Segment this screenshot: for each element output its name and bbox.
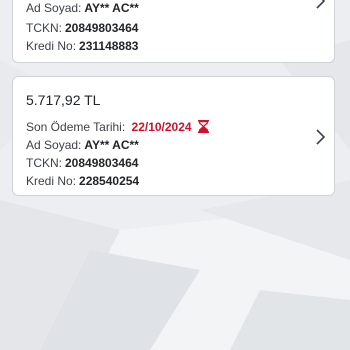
loan-card-2[interactable]: 5.717,92 TL Son Ödeme Tarihi: 22/10/2024… [12,76,335,196]
chevron-right-icon[interactable] [314,129,326,145]
loan-number-label: Kredi No: [26,39,77,53]
tckn-row: TCKN: 20849803464 [26,21,138,35]
loan-number-value: 228540254 [79,174,140,188]
name-value: AY** AC** [84,138,139,152]
loan-number-row: Kredi No: 231148883 [26,39,138,53]
hourglass-icon [197,120,209,133]
chevron-right-icon[interactable] [314,0,326,9]
loan-number-value: 231148883 [79,39,139,53]
name-label: Ad Soyad: [26,138,82,152]
due-date-row: Son Ödeme Tarihi: 22/10/2024 [26,120,209,134]
tckn-value: 20849803464 [65,156,139,170]
name-row: Ad Soyad: AY** AC** [26,138,139,152]
loan-number-label: Kredi No: [26,174,77,188]
name-row: Ad Soyad: AY** AC** [26,1,139,15]
amount-due: 5.717,92 TL [26,92,101,108]
loan-card-1[interactable]: Ad Soyad: AY** AC** TCKN: 20849803464 Kred… [12,0,335,63]
name-label: Ad Soyad: [26,1,82,15]
due-date-value: 22/10/2024 [131,120,192,134]
name-value: AY** AC** [84,1,139,15]
loan-number-row: Kredi No: 228540254 [26,174,139,188]
tckn-label: TCKN: [26,21,62,35]
tckn-value: 20849803464 [65,21,139,35]
tckn-row: TCKN: 20849803464 [26,156,138,170]
tckn-label: TCKN: [26,156,62,170]
due-date-label: Son Ödeme Tarihi: [26,120,126,134]
